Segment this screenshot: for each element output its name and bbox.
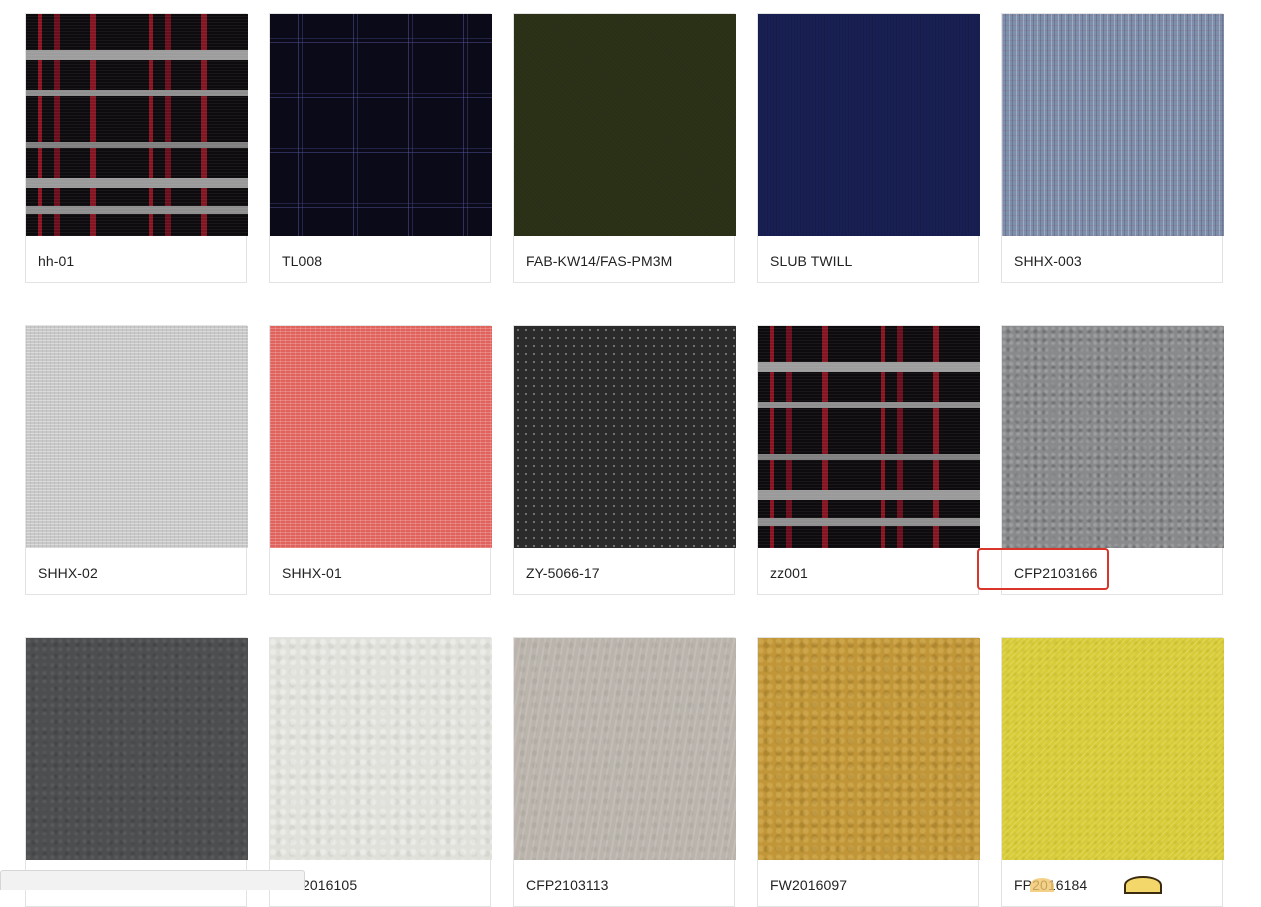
- fabric-card[interactable]: ZY-5066-17: [513, 325, 736, 595]
- fabric-card[interactable]: SLUB TWILL: [757, 13, 980, 283]
- fabric-swatch[interactable]: [270, 326, 492, 548]
- fabric-swatch[interactable]: [270, 14, 492, 236]
- fabric-code[interactable]: SHHX-003: [1014, 253, 1082, 269]
- fabric-code[interactable]: hh-01: [38, 253, 74, 269]
- fabric-code[interactable]: SHHX-02: [38, 565, 98, 581]
- fabric-swatch[interactable]: [514, 14, 736, 236]
- fabric-card[interactable]: TL008: [269, 13, 492, 283]
- fabric-code[interactable]: CFP2103166: [1014, 565, 1098, 581]
- fabric-code[interactable]: SLUB TWILL: [770, 253, 852, 269]
- fabric-card-selected[interactable]: CFP2103166: [1001, 325, 1224, 595]
- fabric-swatch[interactable]: [758, 326, 980, 548]
- fabric-code[interactable]: zz001: [770, 565, 808, 581]
- fabric-swatch[interactable]: [758, 638, 980, 860]
- fabric-card[interactable]: SHHX-01: [269, 325, 492, 595]
- fabric-swatch[interactable]: [514, 638, 736, 860]
- fabric-code[interactable]: 2016105: [302, 877, 357, 893]
- fabric-card[interactable]: SHHX-02: [25, 325, 248, 595]
- bottom-toolbar[interactable]: [0, 870, 305, 890]
- fabric-swatch[interactable]: [270, 638, 492, 860]
- fabric-card[interactable]: FAB-KW14/FAS-PM3M: [513, 13, 736, 283]
- fabric-card[interactable]: FW2016097: [757, 637, 980, 907]
- fabric-card[interactable]: CFP2103113: [513, 637, 736, 907]
- fabric-card[interactable]: 2016105: [269, 637, 492, 907]
- mascot-sticker-icon[interactable]: [1124, 876, 1162, 894]
- fabric-card[interactable]: zz001: [757, 325, 980, 595]
- fabric-code[interactable]: SHHX-01: [282, 565, 342, 581]
- fabric-swatch[interactable]: [1002, 638, 1224, 860]
- fabric-code[interactable]: TL008: [282, 253, 322, 269]
- fabric-code[interactable]: FAB-KW14/FAS-PM3M: [526, 253, 672, 269]
- fabric-swatch[interactable]: [758, 14, 980, 236]
- fabric-card[interactable]: hh-01: [25, 13, 248, 283]
- fabric-swatch[interactable]: [514, 326, 736, 548]
- fabric-code[interactable]: CFP2103113: [526, 877, 608, 893]
- fabric-swatch[interactable]: [1002, 14, 1224, 236]
- fabric-card[interactable]: SHHX-003: [1001, 13, 1224, 283]
- fabric-swatch[interactable]: [26, 326, 248, 548]
- fabric-swatch[interactable]: [1002, 326, 1224, 548]
- fabric-card[interactable]: FP2016184: [1001, 637, 1224, 907]
- fabric-card[interactable]: [25, 637, 248, 907]
- fabric-swatch[interactable]: [26, 14, 248, 236]
- fabric-swatch[interactable]: [26, 638, 248, 860]
- fabric-code[interactable]: ZY-5066-17: [526, 565, 600, 581]
- fabric-code[interactable]: FW2016097: [770, 877, 847, 893]
